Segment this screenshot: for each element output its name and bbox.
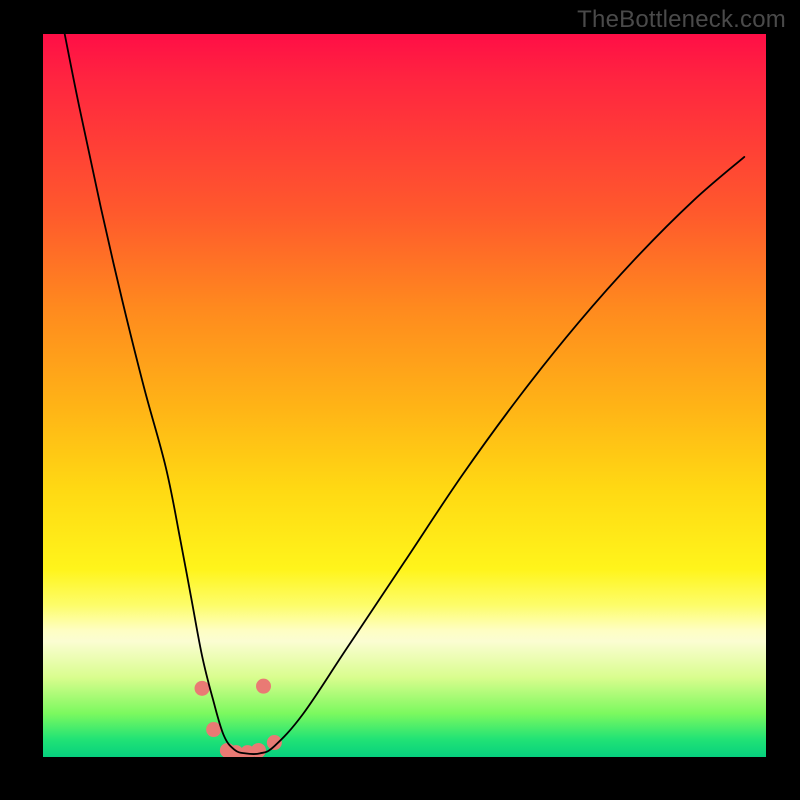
curve-layer	[43, 34, 766, 757]
bottleneck-marker	[195, 681, 210, 696]
bottleneck-marker	[267, 735, 282, 750]
chart-frame: TheBottleneck.com	[0, 0, 800, 800]
bottleneck-marker	[206, 722, 221, 737]
bottleneck-curve-path	[65, 34, 745, 754]
watermark-label: TheBottleneck.com	[577, 6, 786, 34]
bottleneck-markers-group	[195, 679, 282, 757]
plot-area	[43, 34, 766, 757]
bottleneck-marker	[256, 679, 271, 694]
